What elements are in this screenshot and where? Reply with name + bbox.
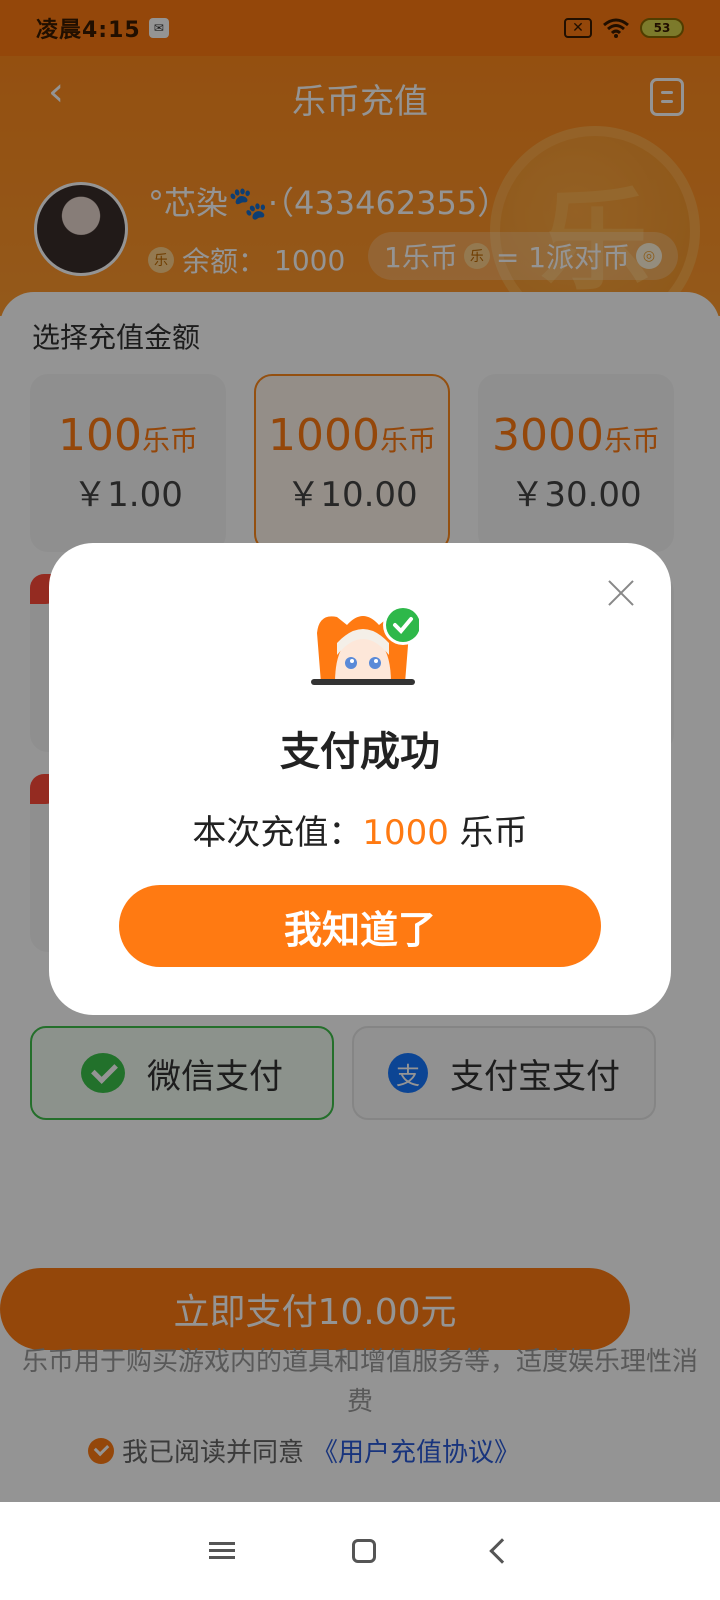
desc-unit: 乐币 xyxy=(448,813,528,853)
navigation-bar xyxy=(0,1502,720,1600)
close-icon[interactable] xyxy=(607,579,635,607)
modal-desc: 本次充值：1000 乐币 xyxy=(49,805,671,854)
mascot-icon xyxy=(311,605,419,685)
modal-title: 支付成功 xyxy=(280,729,440,775)
desc-prefix: 本次充值： xyxy=(192,813,363,853)
nav-back-icon[interactable] xyxy=(489,1538,516,1564)
got-it-button[interactable]: 我知道了 xyxy=(119,885,601,967)
payment-success-modal: 支付成功 本次充值：1000 乐币 我知道了 xyxy=(49,543,671,1015)
home-icon[interactable] xyxy=(351,1539,376,1563)
desc-amount: 1000 xyxy=(362,813,449,853)
menu-icon[interactable] xyxy=(208,1542,235,1560)
